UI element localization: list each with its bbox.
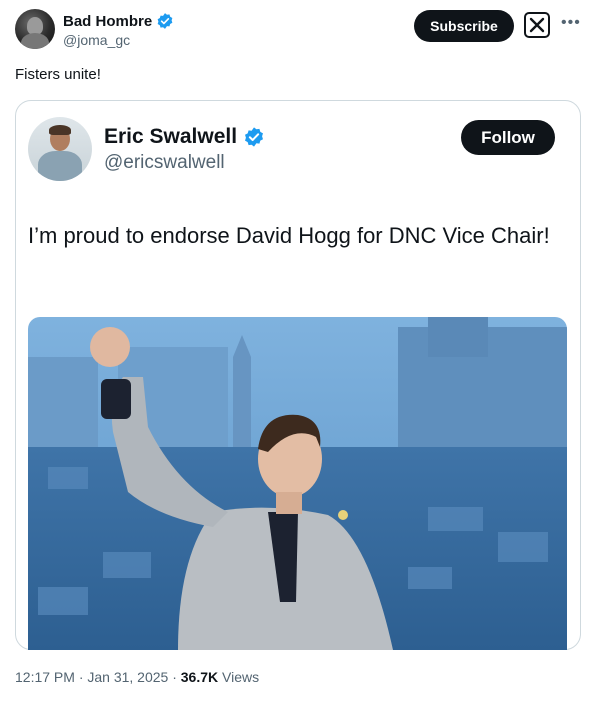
verified-badge-icon <box>157 13 173 29</box>
ellipsis-icon[interactable]: ••• <box>561 14 581 32</box>
author-name[interactable]: Bad Hombre <box>63 13 152 30</box>
author-name-row[interactable]: Bad Hombre <box>63 12 174 30</box>
quoted-post-text: I’m proud to endorse David Hogg for DNC … <box>28 223 550 248</box>
timestamp-text: 12:17 PM · Jan 31, 2025 · <box>15 669 181 685</box>
post-timestamp[interactable]: 12:17 PM · Jan 31, 2025 · 36.7K Views <box>15 669 259 685</box>
author-avatar[interactable] <box>15 9 55 49</box>
quoted-author-name-row[interactable]: Eric Swalwell <box>104 125 265 149</box>
quoted-author-avatar[interactable] <box>28 117 92 181</box>
quoted-author-name[interactable]: Eric Swalwell <box>104 125 237 149</box>
post-text: Fisters unite! <box>15 66 101 83</box>
x-mark-icon <box>529 17 545 33</box>
quoted-author-handle[interactable]: @ericswalwell <box>104 152 225 174</box>
views-label: Views <box>218 669 260 685</box>
subscribe-button[interactable]: Subscribe <box>414 10 514 42</box>
x-logo-icon[interactable] <box>524 12 550 38</box>
views-count: 36.7K <box>180 669 219 685</box>
quoted-post-image[interactable] <box>28 317 567 650</box>
rally-photo-illustration <box>28 317 567 650</box>
verified-badge-icon <box>245 127 264 147</box>
follow-button[interactable]: Follow <box>461 120 555 155</box>
author-handle[interactable]: @joma_gc <box>63 32 130 48</box>
